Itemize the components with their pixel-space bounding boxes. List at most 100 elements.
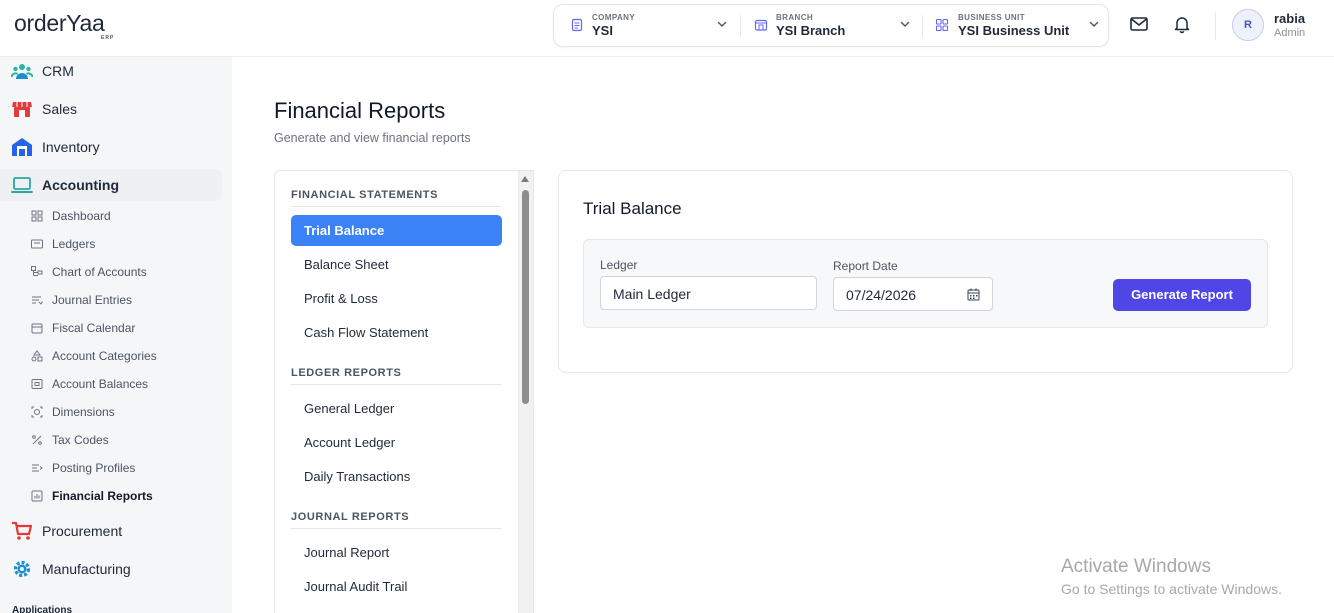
- section-title-financial-statements: FINANCIAL STATEMENTS: [291, 189, 439, 201]
- sidebar-subitem-label: Account Categories: [52, 349, 157, 363]
- categories-shapes-icon: [31, 350, 43, 362]
- scrollbar-thumb[interactable]: [522, 190, 529, 404]
- sidebar-item-crm[interactable]: CRM: [0, 55, 222, 87]
- sidebar-item-inventory[interactable]: Inventory: [0, 131, 222, 163]
- sidebar-subitem-account-categories[interactable]: Account Categories: [0, 345, 222, 367]
- business-unit-value: YSI Business Unit: [958, 23, 1070, 38]
- company-caption: COMPANY: [592, 13, 636, 22]
- report-chart-icon: [31, 490, 43, 502]
- sidebar-subitem-ledgers[interactable]: Ledgers: [0, 233, 222, 255]
- sidebar-subitem-dashboard[interactable]: Dashboard: [0, 205, 222, 227]
- dashboard-grid-icon: [31, 210, 43, 222]
- report-date-label: Report Date: [833, 259, 898, 273]
- sidebar-subitem-label: Financial Reports: [52, 489, 153, 503]
- inventory-warehouse-icon: [12, 138, 32, 156]
- page-title: Financial Reports: [274, 98, 446, 123]
- ledgers-card-icon: [31, 239, 43, 249]
- section-divider: [291, 206, 502, 207]
- journal-lines-icon: [32, 296, 43, 305]
- section-divider: [291, 384, 502, 385]
- sidebar-item-label: CRM: [42, 63, 74, 79]
- sidebar-subitem-label: Posting Profiles: [52, 461, 136, 475]
- accounting-laptop-icon: [11, 177, 33, 193]
- mail-icon[interactable]: [1129, 14, 1149, 34]
- user-avatar[interactable]: R: [1232, 9, 1264, 41]
- report-item-label: General Ledger: [304, 401, 395, 416]
- sidebar-subitem-account-balances[interactable]: Account Balances: [0, 373, 222, 395]
- report-card-title: Trial Balance: [583, 199, 682, 218]
- business-unit-selector[interactable]: BUSINESS UNIT YSI Business Unit: [923, 5, 1108, 46]
- report-item-cash-flow-statement[interactable]: Cash Flow Statement: [291, 317, 502, 348]
- sidebar-item-label: Accounting: [42, 177, 119, 193]
- report-date-input[interactable]: 07/24/2026: [833, 277, 993, 311]
- sales-store-icon: [12, 102, 32, 117]
- branch-selector[interactable]: BRANCH YSI Branch: [741, 5, 922, 46]
- company-selector[interactable]: COMPANY YSI: [554, 5, 740, 46]
- sidebar-subitem-dimensions[interactable]: Dimensions: [0, 401, 222, 423]
- branch-value: YSI Branch: [776, 23, 846, 38]
- sidebar-subitem-chart-of-accounts[interactable]: Chart of Accounts: [0, 261, 222, 283]
- ledger-select-value: Main Ledger: [613, 286, 691, 302]
- section-title-ledger-reports: LEDGER REPORTS: [291, 367, 402, 379]
- page-subtitle: Generate and view financial reports: [274, 131, 471, 145]
- sidebar-subitem-journal-entries[interactable]: Journal Entries: [0, 289, 222, 311]
- report-item-account-ledger[interactable]: Account Ledger: [291, 427, 502, 458]
- activate-windows-watermark-subtitle: Go to Settings to activate Windows.: [1061, 581, 1282, 597]
- sidebar-item-procurement[interactable]: Procurement: [0, 515, 222, 547]
- chart-of-accounts-hierarchy-icon: [31, 266, 43, 276]
- ledger-select[interactable]: Main Ledger: [600, 276, 817, 310]
- report-item-profit-loss[interactable]: Profit & Loss: [291, 283, 502, 314]
- orderyaa-logo[interactable]: orderYaa ERP: [14, 10, 113, 42]
- percent-icon: [32, 435, 42, 445]
- report-item-label: Journal Audit Trail: [304, 579, 408, 594]
- crm-icon: [11, 64, 33, 79]
- report-item-label: Profit & Loss: [304, 291, 378, 306]
- sidebar-subitem-label: Chart of Accounts: [52, 265, 147, 279]
- branch-caption: BRANCH: [776, 13, 814, 22]
- generate-report-button[interactable]: Generate Report: [1113, 279, 1251, 311]
- chevron-down-icon: [900, 21, 910, 27]
- logo-text: orderYaa: [14, 10, 105, 36]
- sidebar-subitem-posting-profiles[interactable]: Posting Profiles: [0, 457, 222, 479]
- report-item-label: Cash Flow Statement: [304, 325, 429, 340]
- scroll-up-arrow-icon[interactable]: [521, 176, 529, 182]
- activate-windows-watermark-title: Activate Windows: [1061, 556, 1211, 577]
- report-item-general-ledger[interactable]: General Ledger: [291, 393, 502, 424]
- report-item-journal-report[interactable]: Journal Report: [291, 537, 502, 568]
- sidebar: CRM Sales Inventory Accounting Dashboard…: [0, 57, 232, 613]
- report-item-label: Journal Report: [304, 545, 390, 560]
- procurement-cart-icon: [12, 521, 33, 540]
- top-header: orderYaa ERP COMPANY YSI BRANCH YSI Bran…: [0, 0, 1334, 57]
- sidebar-subitem-label: Tax Codes: [52, 433, 109, 447]
- report-item-label: Account Ledger: [304, 435, 396, 450]
- user-name[interactable]: rabia: [1274, 11, 1305, 26]
- sidebar-subitem-financial-reports[interactable]: Financial Reports: [0, 485, 222, 507]
- context-selector: COMPANY YSI BRANCH YSI Branch BUSINESS U…: [553, 4, 1109, 47]
- report-list-panel: FINANCIAL STATEMENTS Trial Balance Balan…: [274, 170, 534, 613]
- sidebar-item-sales[interactable]: Sales: [0, 93, 222, 125]
- calendar-icon[interactable]: [967, 288, 980, 301]
- chevron-down-icon: [1089, 21, 1099, 27]
- ledger-label: Ledger: [600, 258, 638, 272]
- sidebar-subitem-label: Ledgers: [52, 237, 96, 251]
- grid-icon: [935, 18, 949, 32]
- report-item-daily-transactions[interactable]: Daily Transactions: [291, 461, 502, 492]
- sidebar-subitem-tax-codes[interactable]: Tax Codes: [0, 429, 222, 451]
- logo-subtext: ERP: [101, 35, 115, 41]
- branch-building-icon: [754, 19, 768, 31]
- report-item-balance-sheet[interactable]: Balance Sheet: [291, 249, 502, 280]
- sidebar-subitem-label: Dimensions: [52, 405, 115, 419]
- bell-icon[interactable]: [1172, 14, 1192, 34]
- report-item-trial-balance[interactable]: Trial Balance: [291, 215, 502, 246]
- sidebar-item-manufacturing[interactable]: Manufacturing: [0, 553, 222, 585]
- sidebar-subitem-fiscal-calendar[interactable]: Fiscal Calendar: [0, 317, 222, 339]
- sidebar-item-label: Manufacturing: [42, 561, 131, 577]
- report-item-journal-audit-trail[interactable]: Journal Audit Trail: [291, 571, 502, 602]
- sidebar-item-label: Sales: [42, 101, 78, 117]
- document-icon: [571, 18, 583, 32]
- sidebar-item-accounting[interactable]: Accounting: [0, 169, 222, 201]
- sidebar-subitem-label: Journal Entries: [52, 293, 133, 307]
- user-role: Admin: [1274, 27, 1306, 39]
- sidebar-subitem-label: Fiscal Calendar: [52, 321, 136, 335]
- chevron-down-icon: [717, 21, 727, 27]
